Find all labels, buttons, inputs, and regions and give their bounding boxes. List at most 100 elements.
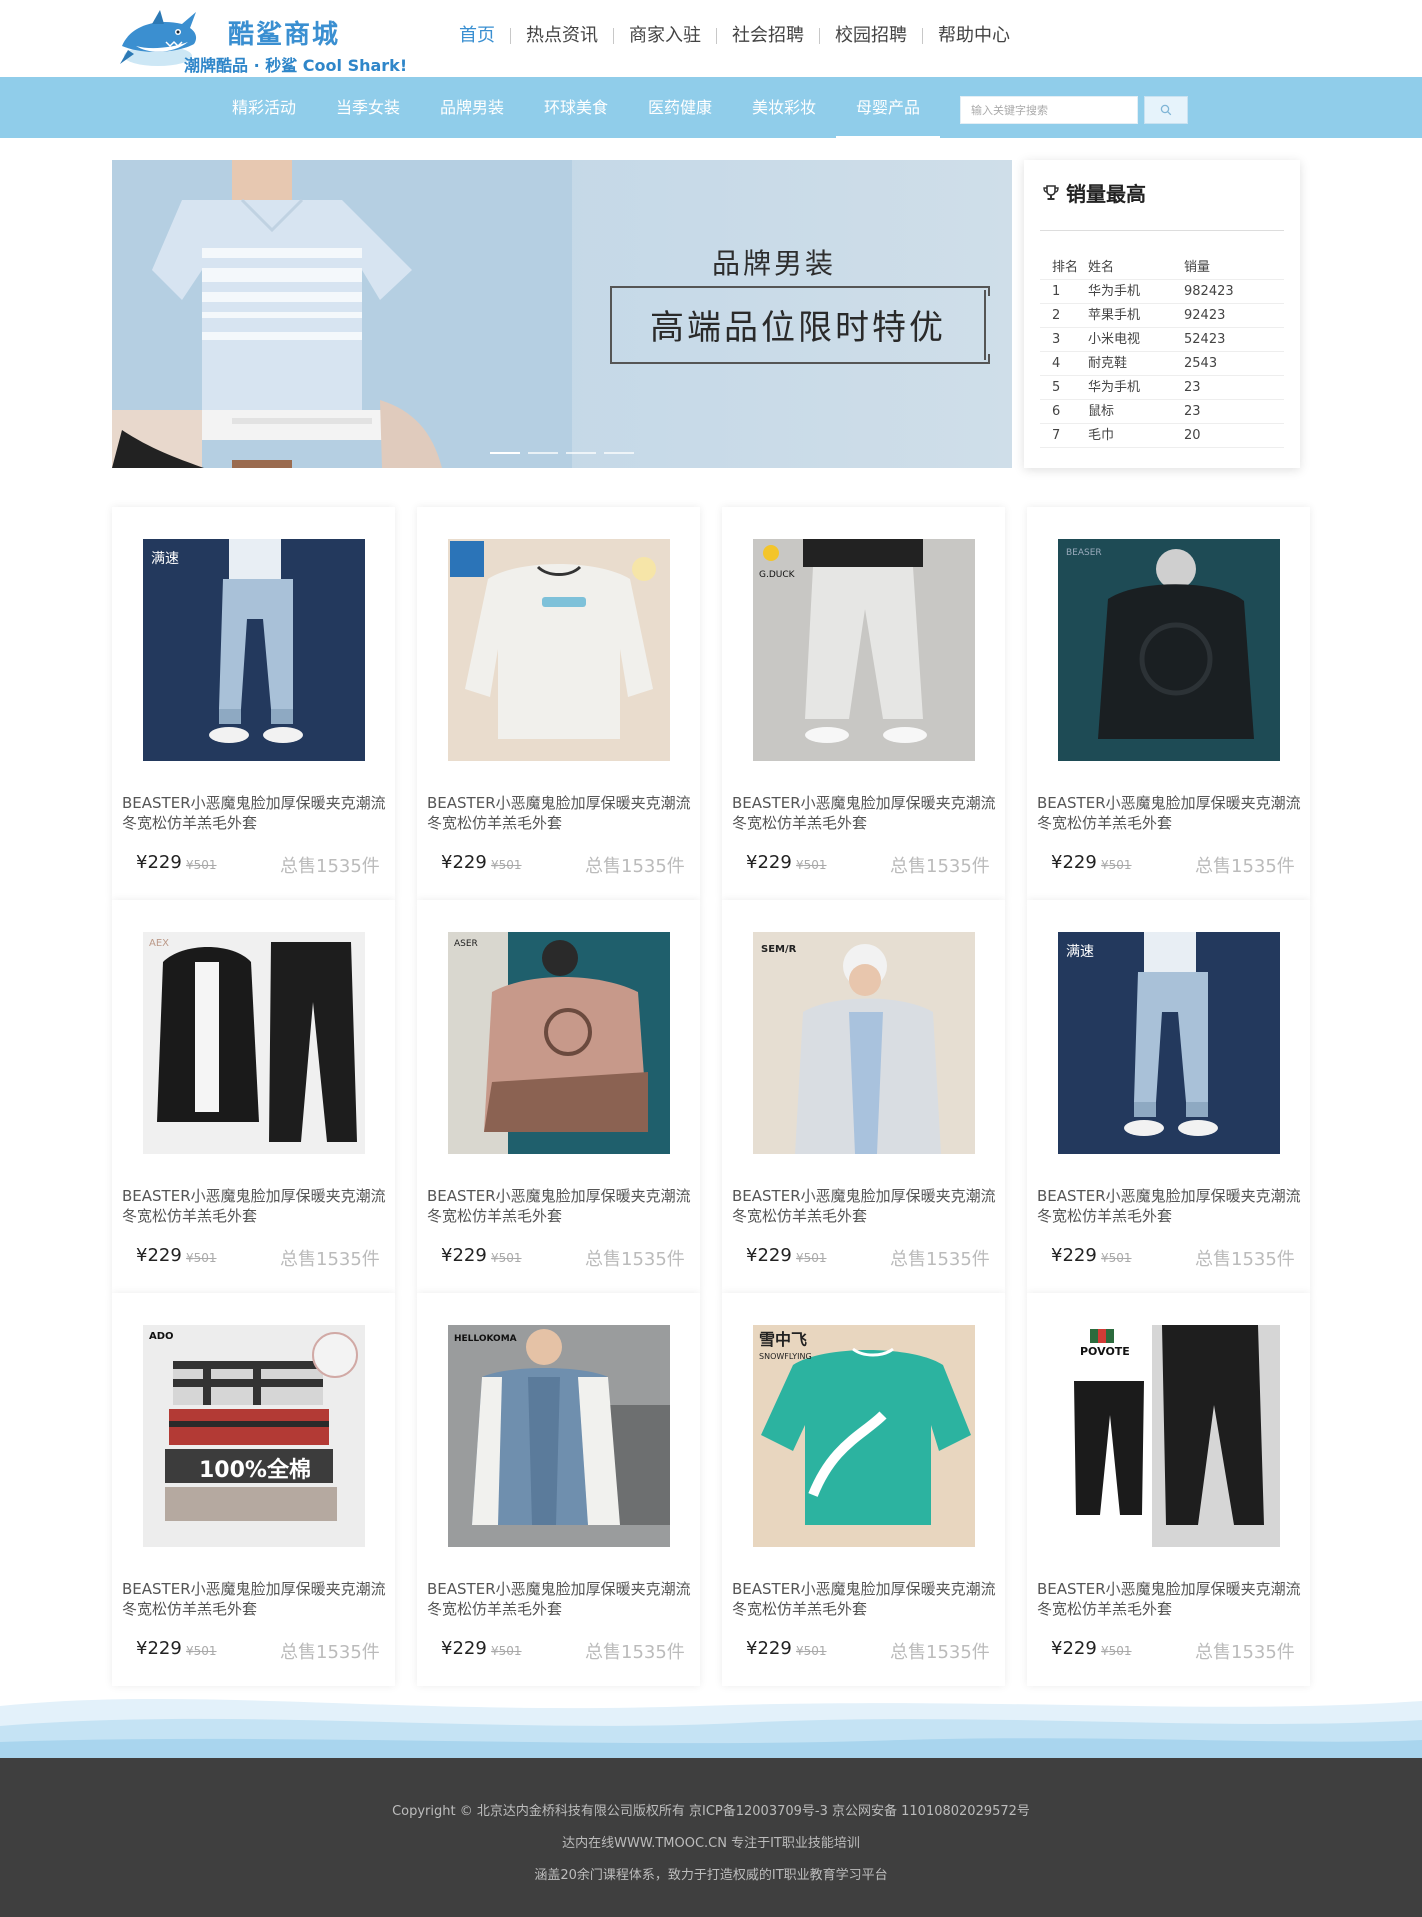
category-baby[interactable]: 母婴产品 — [836, 77, 940, 138]
product-price: ¥229 — [441, 852, 487, 873]
top-sales-header: 销量最高 — [1042, 178, 1146, 207]
top-sales-table: 排名 姓名 销量 1 华为手机 982423 2 苹果手机 92423 3 小米… — [1040, 256, 1284, 448]
product-card[interactable]: 满速 BEASTER小恶魔鬼脸加厚保暖夹克潮流冬宽松仿羊羔毛外套 ¥229 ¥5… — [112, 507, 395, 900]
product-card[interactable]: POVOTE BEASTER小恶魔鬼脸加厚保暖夹克潮流冬宽松仿羊羔毛外套 ¥22… — [1027, 1293, 1310, 1686]
sales-cell: 52423 — [1184, 332, 1226, 347]
product-image[interactable]: G.DUCK — [753, 539, 975, 761]
category-food[interactable]: 环球美食 — [524, 77, 628, 138]
sales-cell: 23 — [1184, 404, 1201, 419]
category-beauty[interactable]: 美妆彩妆 — [732, 77, 836, 138]
site-header: 酷鲨商城 潮牌酷品 · 秒鲨 Cool Shark! 首页 热点资讯 商家入驻 … — [0, 0, 1422, 77]
product-name[interactable]: BEASTER小恶魔鬼脸加厚保暖夹克潮流冬宽松仿羊羔毛外套 — [122, 1186, 388, 1226]
product-name[interactable]: BEASTER小恶魔鬼脸加厚保暖夹克潮流冬宽松仿羊羔毛外套 — [122, 1579, 388, 1619]
product-sold-count: 总售1535件 — [280, 1642, 380, 1663]
product-image[interactable]: POVOTE — [1058, 1325, 1280, 1547]
product-price: ¥229 — [746, 1638, 792, 1659]
product-name[interactable]: BEASTER小恶魔鬼脸加厚保暖夹克潮流冬宽松仿羊羔毛外套 — [1037, 793, 1303, 833]
footer-tagline[interactable]: 达内在线WWW.TMOOC.CN 专注于IT职业技能培训 — [0, 1832, 1422, 1851]
product-sold-count: 总售1535件 — [280, 1249, 380, 1270]
search-button[interactable] — [1144, 96, 1188, 124]
brand-mark: G.DUCK — [759, 570, 796, 580]
carousel-dot[interactable] — [566, 452, 596, 454]
carousel-dot[interactable] — [490, 452, 520, 454]
table-row[interactable]: 7 毛巾 20 — [1040, 424, 1284, 448]
sales-cell: 2543 — [1184, 356, 1218, 371]
product-sold-count: 总售1535件 — [585, 1249, 685, 1270]
product-image[interactable]: 雪中飞 SNOWFLYING — [753, 1325, 975, 1547]
category-womens[interactable]: 当季女装 — [316, 77, 420, 138]
search-input[interactable] — [960, 96, 1138, 124]
product-name[interactable]: BEASTER小恶魔鬼脸加厚保暖夹克潮流冬宽松仿羊羔毛外套 — [427, 793, 693, 833]
name-cell: 苹果手机 — [1088, 308, 1141, 323]
topnav-news[interactable]: 热点资讯 — [511, 24, 613, 48]
product-card[interactable]: SEM/R BEASTER小恶魔鬼脸加厚保暖夹克潮流冬宽松仿羊羔毛外套 ¥229… — [722, 900, 1005, 1293]
category-bar: 精彩活动 当季女装 品牌男装 环球美食 医药健康 美妆彩妆 母婴产品 — [0, 77, 1422, 138]
product-image[interactable]: ADO 100%全棉 — [143, 1325, 365, 1547]
product-image[interactable]: 满速 — [143, 539, 365, 761]
product-card[interactable]: 满速 BEASTER小恶魔鬼脸加厚保暖夹克潮流冬宽松仿羊羔毛外套 ¥229 ¥5… — [1027, 900, 1310, 1293]
product-name[interactable]: BEASTER小恶魔鬼脸加厚保暖夹克潮流冬宽松仿羊羔毛外套 — [427, 1186, 693, 1226]
badge-text: 100%全棉 — [199, 1457, 311, 1483]
topnav-social-recruit[interactable]: 社会招聘 — [717, 24, 819, 48]
product-name[interactable]: BEASTER小恶魔鬼脸加厚保暖夹克潮流冬宽松仿羊羔毛外套 — [1037, 1186, 1303, 1226]
product-name[interactable]: BEASTER小恶魔鬼脸加厚保暖夹克潮流冬宽松仿羊羔毛外套 — [732, 1579, 998, 1619]
product-card[interactable]: BEASER BEASTER小恶魔鬼脸加厚保暖夹克潮流冬宽松仿羊羔毛外套 ¥22… — [1027, 507, 1310, 900]
hero-banner[interactable]: 品牌男装 高端品位限时特优 — [112, 160, 1012, 468]
product-image[interactable]: ASER — [448, 932, 670, 1154]
product-card[interactable]: ADO 100%全棉 BEASTER小恶魔鬼脸加厚保暖夹克潮流冬宽松仿羊羔毛外套… — [112, 1293, 395, 1686]
table-row[interactable]: 6 鼠标 23 — [1040, 400, 1284, 424]
product-price: ¥229 — [1051, 1245, 1097, 1266]
product-sold-count: 总售1535件 — [1195, 1249, 1295, 1270]
product-card[interactable]: HELLOKOMA BEASTER小恶魔鬼脸加厚保暖夹克潮流冬宽松仿羊羔毛外套 … — [417, 1293, 700, 1686]
product-card[interactable]: AEX BEASTER小恶魔鬼脸加厚保暖夹克潮流冬宽松仿羊羔毛外套 ¥229 ¥… — [112, 900, 395, 1293]
product-sold-count: 总售1535件 — [585, 856, 685, 877]
product-card[interactable]: ASER BEASTER小恶魔鬼脸加厚保暖夹克潮流冬宽松仿羊羔毛外套 ¥229 … — [417, 900, 700, 1293]
product-name[interactable]: BEASTER小恶魔鬼脸加厚保暖夹克潮流冬宽松仿羊羔毛外套 — [1037, 1579, 1303, 1619]
brand-name[interactable]: 酷鲨商城 — [228, 14, 340, 51]
brand-mark: ASER — [454, 939, 478, 949]
category-activities[interactable]: 精彩活动 — [212, 77, 316, 138]
table-row[interactable]: 3 小米电视 52423 — [1040, 328, 1284, 352]
topnav-merchant[interactable]: 商家入驻 — [614, 24, 716, 48]
product-name[interactable]: BEASTER小恶魔鬼脸加厚保暖夹克潮流冬宽松仿羊羔毛外套 — [427, 1579, 693, 1619]
banner-model-image — [112, 160, 572, 468]
category-mens[interactable]: 品牌男装 — [420, 77, 524, 138]
name-cell: 毛巾 — [1088, 428, 1115, 443]
product-name[interactable]: BEASTER小恶魔鬼脸加厚保暖夹克潮流冬宽松仿羊羔毛外套 — [122, 793, 388, 833]
banner-title: 品牌男装 — [712, 247, 837, 280]
table-row[interactable]: 4 耐克鞋 2543 — [1040, 352, 1284, 376]
product-card[interactable]: 雪中飞 SNOWFLYING BEASTER小恶魔鬼脸加厚保暖夹克潮流冬宽松仿羊… — [722, 1293, 1005, 1686]
top-nav: 首页 热点资讯 商家入驻 社会招聘 校园招聘 帮助中心 — [444, 24, 1025, 48]
product-name[interactable]: BEASTER小恶魔鬼脸加厚保暖夹克潮流冬宽松仿羊羔毛外套 — [732, 793, 998, 833]
footer-copyright: Copyright © 北京达内金桥科技有限公司版权所有 京ICP备120037… — [392, 1804, 1030, 1819]
search-icon — [1160, 104, 1172, 116]
topnav-campus-recruit[interactable]: 校园招聘 — [820, 24, 922, 48]
brand-mark: BEASER — [1066, 548, 1102, 558]
product-image[interactable] — [448, 539, 670, 761]
table-row[interactable]: 5 华为手机 23 — [1040, 376, 1284, 400]
product-image[interactable]: 满速 — [1058, 932, 1280, 1154]
rank-cell: 3 — [1052, 332, 1061, 347]
product-card[interactable]: G.DUCK BEASTER小恶魔鬼脸加厚保暖夹克潮流冬宽松仿羊羔毛外套 ¥22… — [722, 507, 1005, 900]
table-row[interactable]: 2 苹果手机 92423 — [1040, 304, 1284, 328]
product-original-price: ¥501 — [491, 1644, 522, 1658]
rank-cell: 1 — [1052, 284, 1061, 299]
product-image[interactable]: HELLOKOMA — [448, 1325, 670, 1547]
product-sold-count: 总售1535件 — [1195, 856, 1295, 877]
carousel-dot[interactable] — [528, 452, 558, 454]
table-row[interactable]: 1 华为手机 982423 — [1040, 280, 1284, 304]
topnav-help[interactable]: 帮助中心 — [923, 24, 1025, 48]
brand-mark: 满速 — [151, 551, 179, 567]
wave-decoration — [0, 1698, 1422, 1758]
product-image[interactable]: SEM/R — [753, 932, 975, 1154]
topnav-home[interactable]: 首页 — [444, 24, 510, 48]
product-name[interactable]: BEASTER小恶魔鬼脸加厚保暖夹克潮流冬宽松仿羊羔毛外套 — [732, 1186, 998, 1226]
product-original-price: ¥501 — [796, 1251, 827, 1265]
product-original-price: ¥501 — [1101, 1644, 1132, 1658]
product-image[interactable]: BEASER — [1058, 539, 1280, 761]
category-health[interactable]: 医药健康 — [628, 77, 732, 138]
product-sold-count: 总售1535件 — [280, 856, 380, 877]
product-image[interactable]: AEX — [143, 932, 365, 1154]
carousel-dot[interactable] — [604, 452, 634, 454]
product-card[interactable]: BEASTER小恶魔鬼脸加厚保暖夹克潮流冬宽松仿羊羔毛外套 ¥229 ¥501 … — [417, 507, 700, 900]
